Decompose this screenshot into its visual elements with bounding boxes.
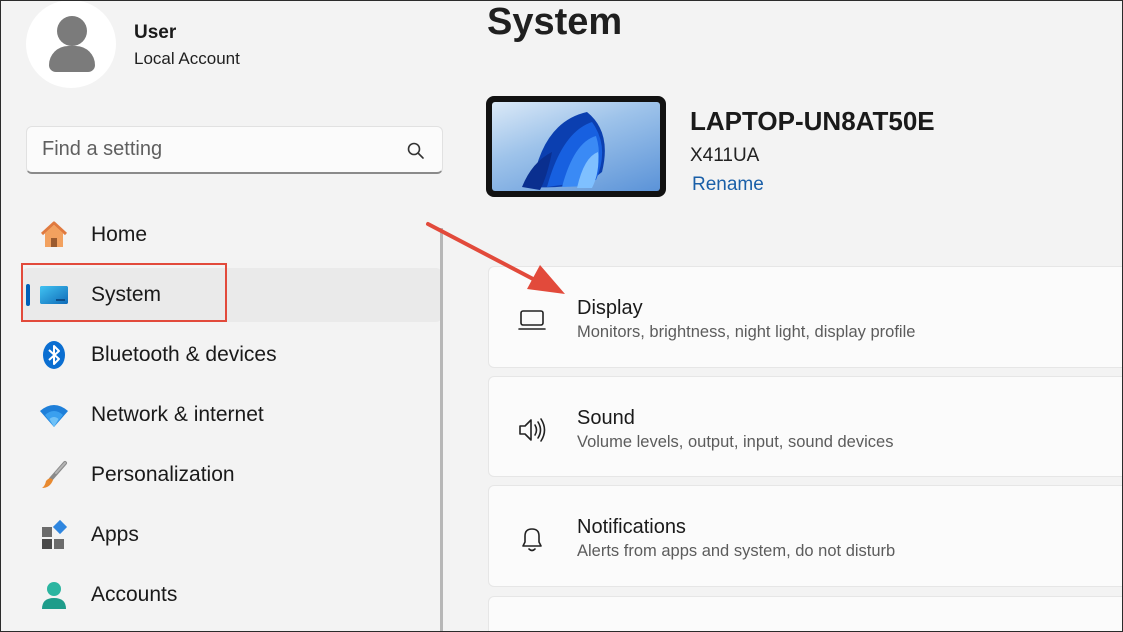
sidebar-item-apps[interactable]: Apps xyxy=(26,508,440,562)
setting-card-next[interactable] xyxy=(488,596,1123,632)
card-title: Display xyxy=(577,297,643,319)
card-description: Volume levels, output, input, sound devi… xyxy=(577,433,894,451)
avatar-head-icon xyxy=(57,16,87,46)
sidebar-item-label: Bluetooth & devices xyxy=(91,343,277,366)
bluetooth-icon xyxy=(43,341,65,369)
accounts-icon xyxy=(42,582,66,609)
user-name: User xyxy=(134,22,177,43)
search-input[interactable] xyxy=(42,138,392,161)
card-title: Notifications xyxy=(577,516,686,538)
avatar[interactable] xyxy=(26,0,116,88)
sidebar-item-network[interactable]: Network & internet xyxy=(26,388,440,442)
card-description: Alerts from apps and system, do not dist… xyxy=(577,542,896,560)
apps-icon xyxy=(42,519,68,549)
bloom-wallpaper-icon xyxy=(522,112,605,190)
sidebar-item-label: Apps xyxy=(91,523,139,546)
home-icon xyxy=(40,221,68,247)
brush-icon xyxy=(42,461,67,488)
sidebar: User Local Account Home System xyxy=(0,0,443,632)
sidebar-item-home[interactable]: Home xyxy=(26,208,440,262)
avatar-body-icon xyxy=(49,46,95,72)
bell-icon xyxy=(522,528,542,552)
search-box[interactable] xyxy=(26,126,443,174)
setting-card-notifications[interactable]: Notifications Alerts from apps and syste… xyxy=(488,485,1123,587)
rename-link[interactable]: Rename xyxy=(692,174,764,196)
device-thumbnail xyxy=(486,96,666,197)
monitor-icon xyxy=(518,310,546,330)
sidebar-item-system[interactable]: System xyxy=(22,268,442,322)
card-title: Sound xyxy=(577,407,635,429)
sidebar-item-personalization[interactable]: Personalization xyxy=(26,448,440,502)
device-name: LAPTOP-UN8AT50E xyxy=(690,106,935,136)
user-account-type: Local Account xyxy=(134,49,240,68)
wallpaper-image xyxy=(492,102,660,191)
search-icon[interactable] xyxy=(406,141,426,161)
sidebar-item-label: Personalization xyxy=(91,463,235,486)
sidebar-item-accounts[interactable]: Accounts xyxy=(26,568,440,622)
speaker-icon xyxy=(519,418,546,442)
device-model: X411UA xyxy=(690,145,760,166)
sidebar-item-label: Accounts xyxy=(91,583,178,606)
system-icon xyxy=(40,286,68,304)
active-indicator xyxy=(26,284,30,306)
card-description: Monitors, brightness, night light, displ… xyxy=(577,323,916,341)
wifi-icon xyxy=(40,405,68,427)
main-content: System LAPTOP-UN8AT50E X411UA Rename Dis… xyxy=(443,0,1123,632)
setting-card-display[interactable]: Display Monitors, brightness, night ligh… xyxy=(488,266,1123,368)
sidebar-item-label: Home xyxy=(91,223,148,246)
sidebar-item-label: System xyxy=(91,283,162,306)
page-title: System xyxy=(487,1,623,43)
sidebar-item-bluetooth[interactable]: Bluetooth & devices xyxy=(26,328,440,382)
setting-card-sound[interactable]: Sound Volume levels, output, input, soun… xyxy=(488,376,1123,477)
sidebar-item-label: Network & internet xyxy=(91,403,264,426)
